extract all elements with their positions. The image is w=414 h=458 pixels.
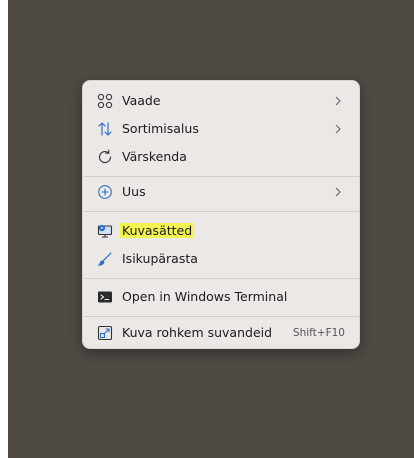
- brush-icon: [97, 251, 113, 267]
- menu-item-sort-by[interactable]: Sortimisalus: [87, 114, 355, 144]
- display-settings-icon: [97, 223, 113, 239]
- menu-item-label: Uus: [122, 184, 146, 199]
- menu-item-show-more-options[interactable]: Kuva rohkem suvandeid Shift+F10: [87, 318, 355, 348]
- terminal-icon: [97, 289, 113, 305]
- menu-item-personalize[interactable]: Isikupärasta: [87, 244, 355, 274]
- menu-item-label: Vaade: [122, 93, 161, 108]
- menu-item-label: Isikupärasta: [122, 251, 198, 266]
- plus-circle-icon: [97, 184, 113, 200]
- menu-item-display-settings[interactable]: Kuvasätted: [87, 216, 355, 246]
- keyboard-shortcut: Shift+F10: [292, 327, 345, 339]
- highlighted-text: Kuvasätted: [120, 223, 195, 238]
- menu-item-view[interactable]: Vaade: [87, 86, 355, 116]
- menu-item-open-terminal[interactable]: Open in Windows Terminal: [87, 282, 355, 312]
- menu-separator: [84, 278, 360, 279]
- chevron-right-icon: [333, 122, 343, 136]
- sort-arrows-icon: [97, 121, 113, 137]
- menu-item-refresh[interactable]: Värskenda: [87, 142, 355, 172]
- menu-item-new[interactable]: Uus: [87, 177, 355, 207]
- context-menu: Vaade Sortimisalus Värskenda Uus Kuvasät…: [82, 80, 360, 349]
- menu-item-label: Kuva rohkem suvandeid: [122, 325, 273, 340]
- refresh-icon: [97, 149, 113, 165]
- menu-separator: [84, 211, 360, 212]
- menu-item-label: Kuvasätted: [120, 222, 195, 240]
- menu-separator: [84, 316, 360, 317]
- menu-item-label: Värskenda: [122, 149, 187, 164]
- more-options-icon: [97, 325, 113, 341]
- chevron-right-icon: [333, 185, 343, 199]
- grid-icon: [97, 93, 113, 109]
- chevron-right-icon: [333, 94, 343, 108]
- menu-item-label: Open in Windows Terminal: [122, 289, 288, 304]
- menu-item-label: Sortimisalus: [122, 121, 199, 136]
